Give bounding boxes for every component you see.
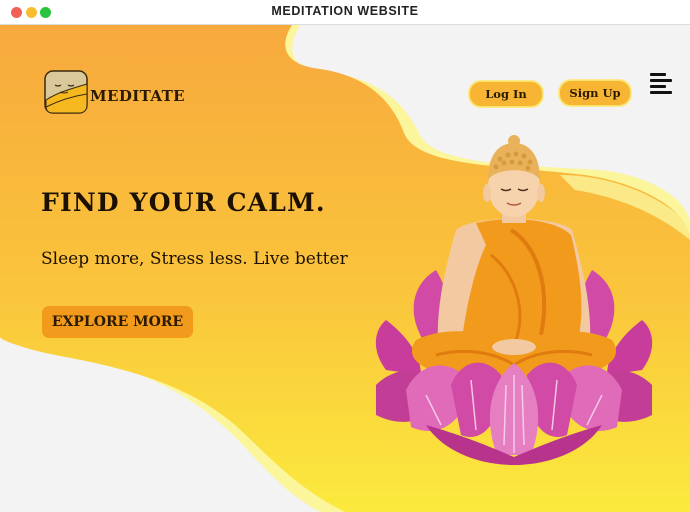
page-stage: MEDITATE Log In Sign Up FIND YOUR CALM. … [0, 25, 690, 512]
signup-button[interactable]: Sign Up [559, 80, 631, 106]
brand-name[interactable]: MEDITATE [90, 87, 185, 105]
explore-more-button[interactable]: EXPLORE MORE [42, 306, 193, 338]
window-titlebar: MEDITATION WEBSITE [0, 0, 690, 25]
menu-line [650, 73, 666, 76]
hamburger-menu-icon[interactable] [650, 73, 674, 95]
meditate-logo-icon[interactable] [44, 70, 88, 114]
hero-subline: Sleep more, Stress less. Live better [41, 249, 348, 269]
meditating-buddha-on-lotus-illustration [375, 135, 653, 465]
menu-line [650, 91, 672, 94]
login-button[interactable]: Log In [469, 81, 543, 107]
menu-line [650, 85, 666, 88]
window-title: MEDITATION WEBSITE [271, 4, 419, 18]
hero-headline: FIND YOUR CALM. [41, 188, 326, 217]
menu-line [650, 79, 672, 82]
